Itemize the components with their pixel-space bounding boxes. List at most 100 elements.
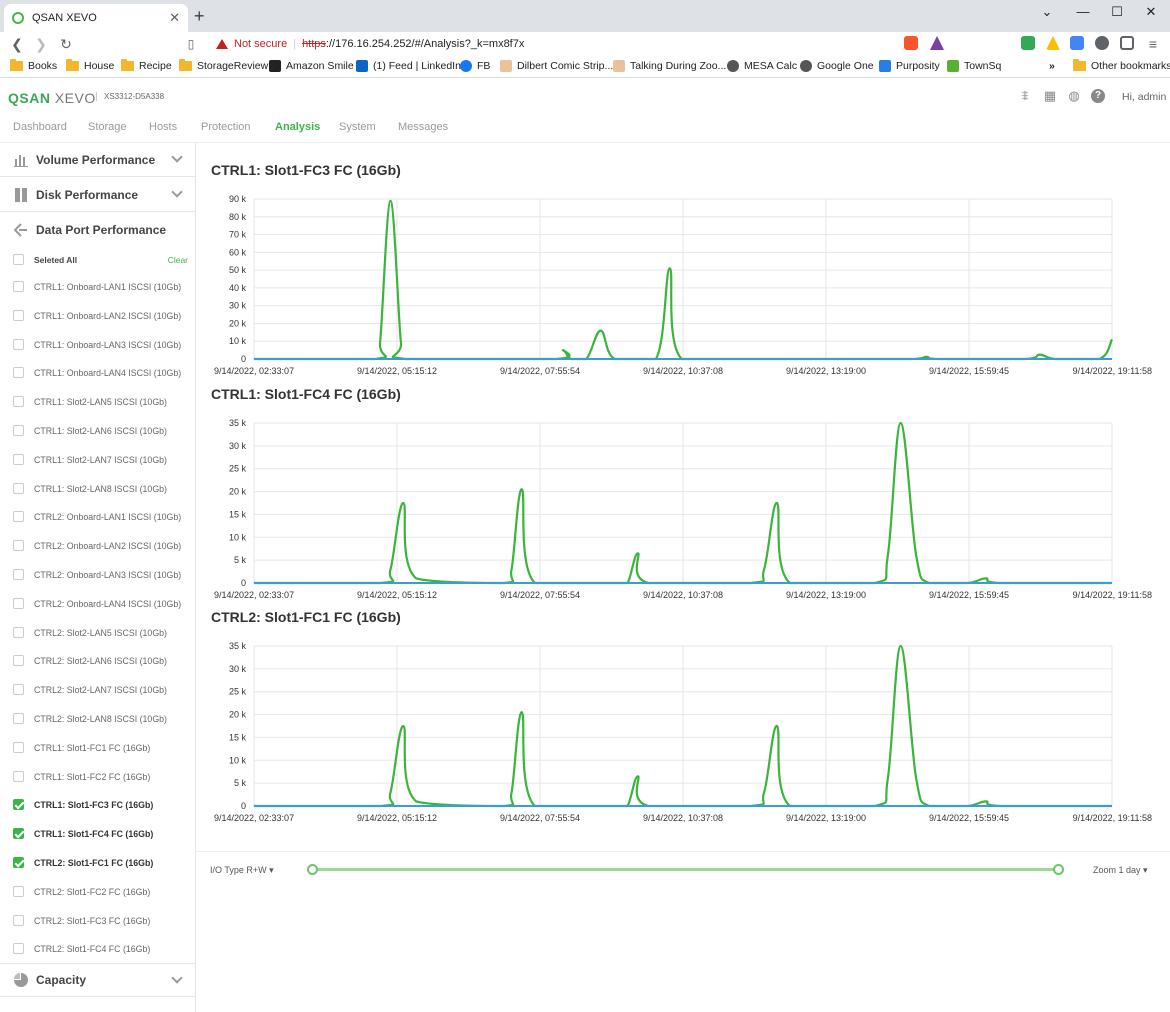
data-port-performance-section[interactable]: Data Port Performance bbox=[0, 213, 195, 247]
port-checkbox[interactable] bbox=[13, 425, 24, 436]
port-item[interactable]: CTRL1: Slot2-LAN5 ISCSI (10Gb) bbox=[0, 387, 195, 416]
disk-performance-section[interactable]: Disk Performance bbox=[0, 178, 195, 212]
more-bookmarks-icon[interactable]: » bbox=[1049, 60, 1055, 72]
port-item[interactable]: CTRL2: Onboard-LAN3 ISCSI (10Gb) bbox=[0, 560, 195, 589]
bookmark-dilbert[interactable]: Dilbert Comic Strip... bbox=[500, 60, 613, 72]
port-checkbox[interactable] bbox=[13, 338, 24, 350]
user-greeting[interactable]: Hi, admin bbox=[1122, 91, 1166, 103]
port-checkbox[interactable] bbox=[13, 799, 24, 811]
brave-shield-icon[interactable] bbox=[904, 36, 918, 50]
bookmark-townsq[interactable]: TownSq bbox=[947, 60, 1001, 72]
zoom-dropdown[interactable]: Zoom 1 day ▾ bbox=[1093, 865, 1148, 876]
network-icon[interactable]: ⩨ bbox=[1018, 89, 1032, 103]
app-logo[interactable]: QSAN XEVO bbox=[8, 90, 96, 106]
volume-performance-section[interactable]: Volume Performance bbox=[0, 143, 195, 177]
port-item[interactable]: CTRL1: Onboard-LAN2 ISCSI (10Gb) bbox=[0, 301, 195, 330]
grid-icon[interactable]: ▦ bbox=[1043, 89, 1057, 103]
port-checkbox[interactable] bbox=[13, 569, 24, 580]
bookmark-amazon-smile[interactable]: Amazon Smile bbox=[269, 60, 354, 72]
port-checkbox[interactable] bbox=[13, 597, 24, 609]
not-secure-label[interactable]: Not secure bbox=[234, 38, 287, 50]
port-item[interactable]: CTRL2: Slot1-FC1 FC (16Gb) bbox=[0, 848, 195, 877]
port-item[interactable]: CTRL1: Slot2-LAN6 ISCSI (10Gb) bbox=[0, 416, 195, 445]
port-checkbox[interactable] bbox=[13, 309, 24, 321]
range-end-handle[interactable] bbox=[1053, 864, 1064, 875]
time-range-slider[interactable] bbox=[312, 868, 1058, 871]
extensions-puzzle-icon[interactable] bbox=[1095, 36, 1109, 50]
nav-messages[interactable]: Messages bbox=[398, 121, 448, 133]
port-item[interactable]: CTRL2: Slot1-FC3 FC (16Gb) bbox=[0, 906, 195, 935]
port-item[interactable]: CTRL2: Onboard-LAN4 ISCSI (10Gb) bbox=[0, 589, 195, 618]
port-checkbox[interactable] bbox=[13, 482, 24, 494]
port-item[interactable]: CTRL1: Slot1-FC2 FC (16Gb) bbox=[0, 762, 195, 791]
port-item[interactable]: CTRL2: Slot2-LAN6 ISCSI (10Gb) bbox=[0, 646, 195, 675]
bookmark-house[interactable]: House bbox=[66, 59, 114, 72]
port-checkbox[interactable] bbox=[13, 655, 24, 667]
port-checkbox[interactable] bbox=[13, 741, 24, 753]
port-item[interactable]: CTRL1: Slot1-FC1 FC (16Gb) bbox=[0, 733, 195, 762]
reload-icon[interactable]: ↻ bbox=[57, 35, 75, 53]
port-checkbox[interactable] bbox=[13, 914, 24, 926]
menu-icon[interactable]: ≡ bbox=[1144, 35, 1162, 53]
bookmark-talking-during-zoom[interactable]: Talking During Zoo... bbox=[613, 60, 726, 72]
port-checkbox[interactable] bbox=[13, 626, 24, 638]
bookmark-other[interactable]: Other bookmarks bbox=[1073, 59, 1170, 72]
wallet-icon[interactable] bbox=[1120, 36, 1134, 50]
port-item[interactable]: CTRL2: Slot1-FC2 FC (16Gb) bbox=[0, 877, 195, 906]
globe-icon[interactable]: ◍ bbox=[1067, 89, 1081, 103]
port-item[interactable]: CTRL1: Slot2-LAN7 ISCSI (10Gb) bbox=[0, 445, 195, 474]
port-item[interactable]: CTRL1: Onboard-LAN4 ISCSI (10Gb) bbox=[0, 358, 195, 387]
select-all-checkbox[interactable] bbox=[13, 254, 24, 265]
io-type-dropdown[interactable]: I/O Type R+W ▾ bbox=[210, 865, 274, 876]
bookmark-icon[interactable]: ▯ bbox=[182, 35, 200, 53]
port-item[interactable]: CTRL2: Slot2-LAN5 ISCSI (10Gb) bbox=[0, 618, 195, 647]
port-item[interactable]: CTRL2: Slot1-FC4 FC (16Gb) bbox=[0, 934, 195, 963]
nav-analysis[interactable]: Analysis bbox=[275, 121, 320, 133]
new-tab-icon[interactable]: + bbox=[194, 7, 205, 25]
port-checkbox[interactable] bbox=[13, 281, 24, 292]
forward-icon[interactable]: ❯ bbox=[32, 35, 50, 53]
port-checkbox[interactable] bbox=[13, 684, 24, 696]
port-checkbox[interactable] bbox=[13, 511, 24, 523]
port-checkbox[interactable] bbox=[13, 540, 24, 552]
bookmark-linkedin[interactable]: (1) Feed | LinkedIn bbox=[356, 60, 461, 72]
bookmark-storagereview[interactable]: StorageReview bbox=[179, 59, 268, 72]
close-tab-icon[interactable]: ✕ bbox=[169, 10, 180, 26]
nav-dashboard[interactable]: Dashboard bbox=[13, 121, 67, 133]
nav-system[interactable]: System bbox=[339, 121, 376, 133]
port-item[interactable]: CTRL1: Slot2-LAN8 ISCSI (10Gb) bbox=[0, 474, 195, 503]
extension-icon[interactable] bbox=[1021, 36, 1035, 50]
back-icon[interactable]: ❮ bbox=[8, 35, 26, 53]
port-item[interactable]: CTRL2: Onboard-LAN1 ISCSI (10Gb) bbox=[0, 502, 195, 531]
capacity-section[interactable]: Capacity bbox=[0, 963, 195, 997]
maximize-icon[interactable]: ☐ bbox=[1107, 4, 1127, 20]
port-item[interactable]: CTRL2: Slot2-LAN8 ISCSI (10Gb) bbox=[0, 704, 195, 733]
port-item[interactable]: CTRL2: Onboard-LAN2 ISCSI (10Gb) bbox=[0, 531, 195, 560]
browser-tab[interactable]: QSAN XEVO ✕ bbox=[4, 4, 188, 32]
tab-search-icon[interactable]: ⌄ bbox=[1037, 4, 1057, 20]
port-item[interactable]: CTRL1: Slot1-FC4 FC (16Gb) bbox=[0, 819, 195, 848]
port-checkbox[interactable] bbox=[13, 828, 24, 840]
port-checkbox[interactable] bbox=[13, 770, 24, 782]
help-icon[interactable]: ? bbox=[1091, 89, 1105, 103]
port-checkbox[interactable] bbox=[13, 713, 24, 724]
port-checkbox[interactable] bbox=[13, 396, 24, 408]
bookmark-purposity[interactable]: Purposity bbox=[879, 60, 940, 72]
bookmark-books[interactable]: Books bbox=[10, 59, 57, 72]
translate-icon[interactable] bbox=[1070, 36, 1084, 50]
clear-link[interactable]: Clear bbox=[168, 255, 188, 265]
bookmark-google-one[interactable]: Google One bbox=[800, 60, 874, 72]
google-drive-icon[interactable] bbox=[1046, 36, 1060, 50]
bookmark-mesa-calc[interactable]: MESA Calc bbox=[727, 60, 797, 72]
bookmark-fb[interactable]: FB bbox=[460, 60, 490, 72]
nav-protection[interactable]: Protection bbox=[201, 121, 251, 133]
port-checkbox[interactable] bbox=[13, 453, 24, 465]
minimize-icon[interactable]: — bbox=[1073, 4, 1093, 19]
range-start-handle[interactable] bbox=[307, 864, 318, 875]
port-item[interactable]: CTRL1: Slot1-FC3 FC (16Gb) bbox=[0, 790, 195, 819]
port-checkbox[interactable] bbox=[13, 857, 24, 868]
brave-rewards-icon[interactable] bbox=[930, 36, 944, 50]
nav-hosts[interactable]: Hosts bbox=[149, 121, 177, 133]
port-checkbox[interactable] bbox=[13, 885, 24, 897]
bookmark-recipe[interactable]: Recipe bbox=[121, 59, 172, 72]
